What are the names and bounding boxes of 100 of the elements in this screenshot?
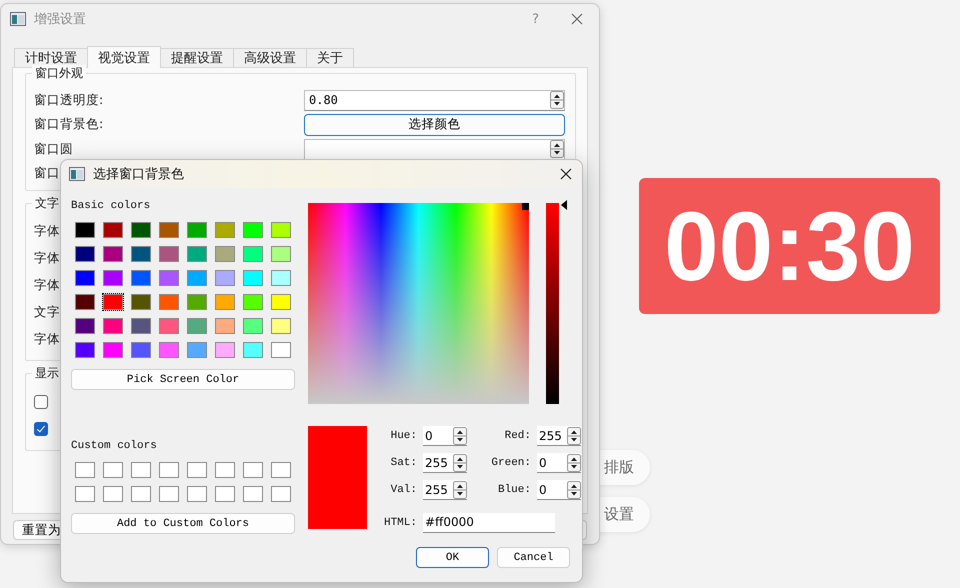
spin-arrows-icon[interactable]	[550, 140, 564, 158]
spin-arrows-icon[interactable]	[567, 454, 581, 472]
color-swatch[interactable]	[158, 245, 180, 263]
color-swatch[interactable]	[130, 341, 152, 359]
color-swatch[interactable]	[186, 317, 208, 335]
pick-screen-color-button[interactable]: Pick Screen Color	[71, 369, 295, 390]
tab[interactable]: 高级设置	[233, 48, 307, 67]
color-swatch[interactable]	[242, 221, 264, 239]
color-swatch[interactable]	[102, 341, 124, 359]
tab[interactable]: 提醒设置	[160, 48, 234, 67]
color-swatch[interactable]	[186, 293, 208, 311]
spin-field[interactable]: 0	[423, 426, 467, 446]
custom-color-slot[interactable]	[242, 461, 264, 479]
checkbox[interactable]	[34, 422, 48, 436]
color-swatch[interactable]	[102, 269, 124, 287]
spin-field[interactable]: 255	[423, 453, 467, 473]
custom-color-slot[interactable]	[130, 485, 152, 503]
color-swatch[interactable]	[102, 221, 124, 239]
color-swatch[interactable]	[270, 341, 292, 359]
color-swatch[interactable]	[214, 317, 236, 335]
spin-field[interactable]: 0.80	[304, 90, 565, 111]
color-swatch[interactable]	[158, 269, 180, 287]
color-swatch[interactable]	[102, 293, 124, 311]
color-swatch[interactable]	[270, 245, 292, 263]
hue-saturation-field[interactable]	[308, 203, 529, 404]
close-icon[interactable]	[560, 168, 572, 180]
value-slider[interactable]	[546, 203, 559, 404]
color-swatch[interactable]	[270, 317, 292, 335]
slider-arrow-icon[interactable]	[561, 200, 567, 210]
color-swatch[interactable]	[158, 221, 180, 239]
color-swatch[interactable]	[242, 317, 264, 335]
color-swatch[interactable]	[186, 269, 208, 287]
spin-field[interactable]: 255	[537, 426, 581, 446]
custom-color-slot[interactable]	[214, 461, 236, 479]
spin-field[interactable]: 255	[423, 480, 467, 500]
spin-arrows-icon[interactable]	[453, 426, 467, 444]
custom-color-slot[interactable]	[186, 461, 208, 479]
custom-color-slot[interactable]	[74, 485, 96, 503]
add-custom-color-button[interactable]: Add to Custom Colors	[71, 513, 295, 534]
color-swatch[interactable]	[130, 221, 152, 239]
color-swatch[interactable]	[158, 293, 180, 311]
spin-field[interactable]: 0	[537, 480, 581, 500]
custom-color-slot[interactable]	[270, 485, 292, 503]
color-swatch[interactable]	[74, 341, 96, 359]
color-swatch[interactable]	[270, 293, 292, 311]
spin-arrows-icon[interactable]	[567, 426, 581, 444]
custom-color-slot[interactable]	[130, 461, 152, 479]
color-swatch[interactable]	[214, 269, 236, 287]
custom-color-slot[interactable]	[214, 485, 236, 503]
color-swatch[interactable]	[74, 221, 96, 239]
custom-color-slot[interactable]	[270, 461, 292, 479]
color-swatch[interactable]	[270, 269, 292, 287]
color-swatch[interactable]	[242, 245, 264, 263]
color-swatch[interactable]	[214, 245, 236, 263]
custom-color-slot[interactable]	[158, 485, 180, 503]
color-swatch[interactable]	[130, 317, 152, 335]
color-swatch[interactable]	[74, 269, 96, 287]
color-swatch[interactable]	[74, 293, 96, 311]
tab[interactable]: 视觉设置	[87, 46, 161, 68]
custom-color-slot[interactable]	[74, 461, 96, 479]
custom-color-slot[interactable]	[186, 485, 208, 503]
color-swatch[interactable]	[242, 341, 264, 359]
color-swatch[interactable]	[242, 293, 264, 311]
custom-color-slot[interactable]	[158, 461, 180, 479]
color-swatch[interactable]	[214, 293, 236, 311]
cancel-button[interactable]: Cancel	[497, 547, 570, 568]
field-label: 字体	[34, 277, 60, 294]
spin-field[interactable]: 0	[537, 453, 581, 473]
color-swatch[interactable]	[130, 293, 152, 311]
custom-color-slot[interactable]	[102, 485, 124, 503]
color-swatch[interactable]	[102, 317, 124, 335]
color-swatch[interactable]	[74, 317, 96, 335]
html-field[interactable]: #ff0000	[423, 513, 555, 533]
spin-arrows-icon[interactable]	[453, 454, 467, 472]
color-swatch[interactable]	[158, 317, 180, 335]
spin-arrows-icon[interactable]	[550, 91, 564, 110]
tab[interactable]: 关于	[306, 48, 354, 67]
color-swatch[interactable]	[242, 269, 264, 287]
tab[interactable]: 计时设置	[14, 48, 88, 67]
custom-color-slot[interactable]	[102, 461, 124, 479]
color-swatch[interactable]	[186, 341, 208, 359]
color-swatch[interactable]	[102, 245, 124, 263]
color-swatch[interactable]	[158, 341, 180, 359]
custom-color-slot[interactable]	[242, 485, 264, 503]
choose-color-button[interactable]: 选择颜色	[304, 114, 565, 136]
window-title: 增强设置	[34, 11, 86, 28]
section-label: Custom colors	[71, 440, 158, 454]
color-swatch[interactable]	[214, 221, 236, 239]
spin-arrows-icon[interactable]	[453, 480, 467, 498]
color-swatch[interactable]	[186, 245, 208, 263]
color-swatch[interactable]	[270, 221, 292, 239]
color-swatch[interactable]	[186, 221, 208, 239]
ok-button[interactable]: OK	[416, 547, 489, 568]
color-swatch[interactable]	[214, 341, 236, 359]
spin-arrows-icon[interactable]	[567, 480, 581, 498]
spin-field[interactable]	[304, 138, 565, 160]
color-swatch[interactable]	[130, 245, 152, 263]
checkbox[interactable]	[34, 394, 48, 408]
color-swatch[interactable]	[130, 269, 152, 287]
color-swatch[interactable]	[74, 245, 96, 263]
